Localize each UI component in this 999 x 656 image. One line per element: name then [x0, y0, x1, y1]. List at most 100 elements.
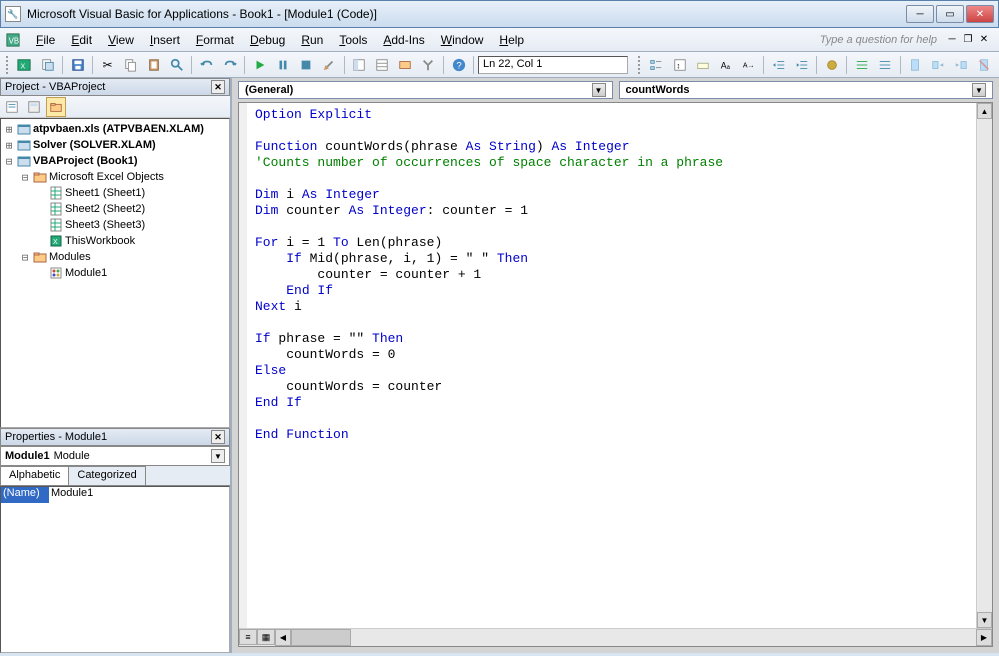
paste-button[interactable] [143, 54, 164, 76]
svg-text:X: X [53, 239, 58, 246]
close-button[interactable]: ✕ [966, 5, 994, 23]
proj-icon [17, 154, 31, 168]
svg-text:Aₐ: Aₐ [720, 60, 730, 70]
toggle-folders-button[interactable] [46, 97, 66, 117]
sheet-icon [49, 202, 63, 216]
vertical-scrollbar[interactable]: ▲ ▼ [976, 103, 992, 628]
menu-tools[interactable]: Tools [331, 31, 375, 49]
quick-info-button[interactable] [692, 54, 713, 76]
tree-item[interactable]: ⊞Solver (SOLVER.XLAM) [3, 137, 227, 153]
menu-help[interactable]: Help [491, 31, 532, 49]
insert-module-button[interactable] [37, 54, 58, 76]
proj-icon [17, 122, 31, 136]
menu-insert[interactable]: Insert [142, 31, 188, 49]
mdi-restore[interactable]: ❐ [961, 33, 975, 47]
svg-text:↕: ↕ [676, 61, 680, 70]
indent-button[interactable] [768, 54, 789, 76]
code-editor[interactable]: Option Explicit Function countWords(phra… [239, 103, 992, 628]
properties-object-combo[interactable]: Module1 Module ▼ [0, 446, 230, 466]
vba-icon: VB [4, 31, 22, 49]
toggle-bookmark-button[interactable] [905, 54, 926, 76]
project-tree[interactable]: ⊞atpvbaen.xls (ATPVBAEN.XLAM)⊞Solver (SO… [0, 118, 230, 428]
save-button[interactable] [67, 54, 88, 76]
mdi-close[interactable]: ✕ [977, 33, 991, 47]
menubar: VB FileEditViewInsertFormatDebugRunTools… [0, 28, 999, 52]
menu-run[interactable]: Run [293, 31, 331, 49]
folder-icon [33, 170, 47, 184]
chevron-down-icon: ▼ [972, 83, 986, 97]
properties-panel-title: Properties - Module1 ✕ [0, 428, 230, 446]
scroll-thumb[interactable] [291, 629, 351, 646]
menu-view[interactable]: View [100, 31, 142, 49]
project-panel-close[interactable]: ✕ [211, 80, 225, 94]
tree-item[interactable]: ⊟Modules [3, 249, 227, 265]
object-combo[interactable]: (General) ▼ [238, 81, 613, 99]
menu-format[interactable]: Format [188, 31, 242, 49]
mdi-minimize[interactable]: ─ [945, 33, 959, 47]
properties-grid[interactable]: (Name)Module1 [0, 486, 230, 653]
tree-item[interactable]: Sheet3 (Sheet3) [3, 217, 227, 233]
complete-word-button[interactable]: A→ [738, 54, 759, 76]
maximize-button[interactable]: ▭ [936, 5, 964, 23]
tree-item[interactable]: XThisWorkbook [3, 233, 227, 249]
toolbox-button[interactable] [418, 54, 439, 76]
view-code-button[interactable] [2, 97, 22, 117]
svg-text:A→: A→ [743, 62, 755, 69]
titlebar[interactable]: 🔧 Microsoft Visual Basic for Application… [0, 0, 999, 28]
toggle-breakpoint-button[interactable] [821, 54, 842, 76]
undo-button[interactable] [196, 54, 217, 76]
clear-bookmarks-button[interactable] [974, 54, 995, 76]
title-text: Microsoft Visual Basic for Applications … [27, 7, 906, 21]
redo-button[interactable] [219, 54, 240, 76]
design-mode-button[interactable] [319, 54, 340, 76]
prev-bookmark-button[interactable] [951, 54, 972, 76]
tree-item[interactable]: ⊟Microsoft Excel Objects [3, 169, 227, 185]
tree-item[interactable]: ⊟VBAProject (Book1) [3, 153, 227, 169]
scroll-right-button[interactable]: ▶ [976, 629, 992, 646]
tab-alphabetic[interactable]: Alphabetic [0, 466, 69, 485]
procedure-view-button[interactable]: ≡ [239, 629, 257, 645]
tree-item[interactable]: Sheet2 (Sheet2) [3, 201, 227, 217]
scroll-up-button[interactable]: ▲ [977, 103, 992, 119]
tree-item[interactable]: ⊞atpvbaen.xls (ATPVBAEN.XLAM) [3, 121, 227, 137]
scroll-down-button[interactable]: ▼ [977, 612, 992, 628]
comment-block-button[interactable] [851, 54, 872, 76]
project-explorer-button[interactable] [349, 54, 370, 76]
proj-icon [17, 138, 31, 152]
next-bookmark-button[interactable] [928, 54, 949, 76]
list-constants-button[interactable]: ↕ [669, 54, 690, 76]
menu-file[interactable]: File [28, 31, 63, 49]
full-module-view-button[interactable]: ▦ [257, 629, 275, 645]
view-object-button[interactable] [24, 97, 44, 117]
copy-button[interactable] [120, 54, 141, 76]
procedure-combo[interactable]: countWords ▼ [619, 81, 994, 99]
tree-item[interactable]: Sheet1 (Sheet1) [3, 185, 227, 201]
object-browser-button[interactable] [395, 54, 416, 76]
reset-button[interactable] [296, 54, 317, 76]
parameter-info-button[interactable]: Aₐ [715, 54, 736, 76]
properties-panel-close[interactable]: ✕ [211, 430, 225, 444]
list-properties-button[interactable] [646, 54, 667, 76]
svg-text:VB: VB [9, 36, 19, 45]
view-excel-button[interactable]: X [14, 54, 35, 76]
minimize-button[interactable]: ─ [906, 5, 934, 23]
tab-categorized[interactable]: Categorized [68, 466, 145, 485]
find-button[interactable] [166, 54, 187, 76]
run-button[interactable] [249, 54, 270, 76]
menu-window[interactable]: Window [433, 31, 492, 49]
horizontal-scrollbar[interactable]: ◀ ▶ [275, 629, 992, 646]
property-row[interactable]: (Name)Module1 [1, 487, 229, 503]
menu-add-ins[interactable]: Add-Ins [375, 31, 432, 49]
uncomment-block-button[interactable] [874, 54, 895, 76]
tree-item[interactable]: Module1 [3, 265, 227, 281]
properties-window-button[interactable] [372, 54, 393, 76]
cut-button[interactable]: ✂ [97, 54, 118, 76]
help-button[interactable]: ? [448, 54, 469, 76]
mod-icon [49, 266, 63, 280]
scroll-left-button[interactable]: ◀ [275, 629, 291, 646]
outdent-button[interactable] [791, 54, 812, 76]
menu-edit[interactable]: Edit [63, 31, 100, 49]
help-search[interactable]: Type a question for help [812, 34, 945, 46]
menu-debug[interactable]: Debug [242, 31, 293, 49]
break-button[interactable] [273, 54, 294, 76]
